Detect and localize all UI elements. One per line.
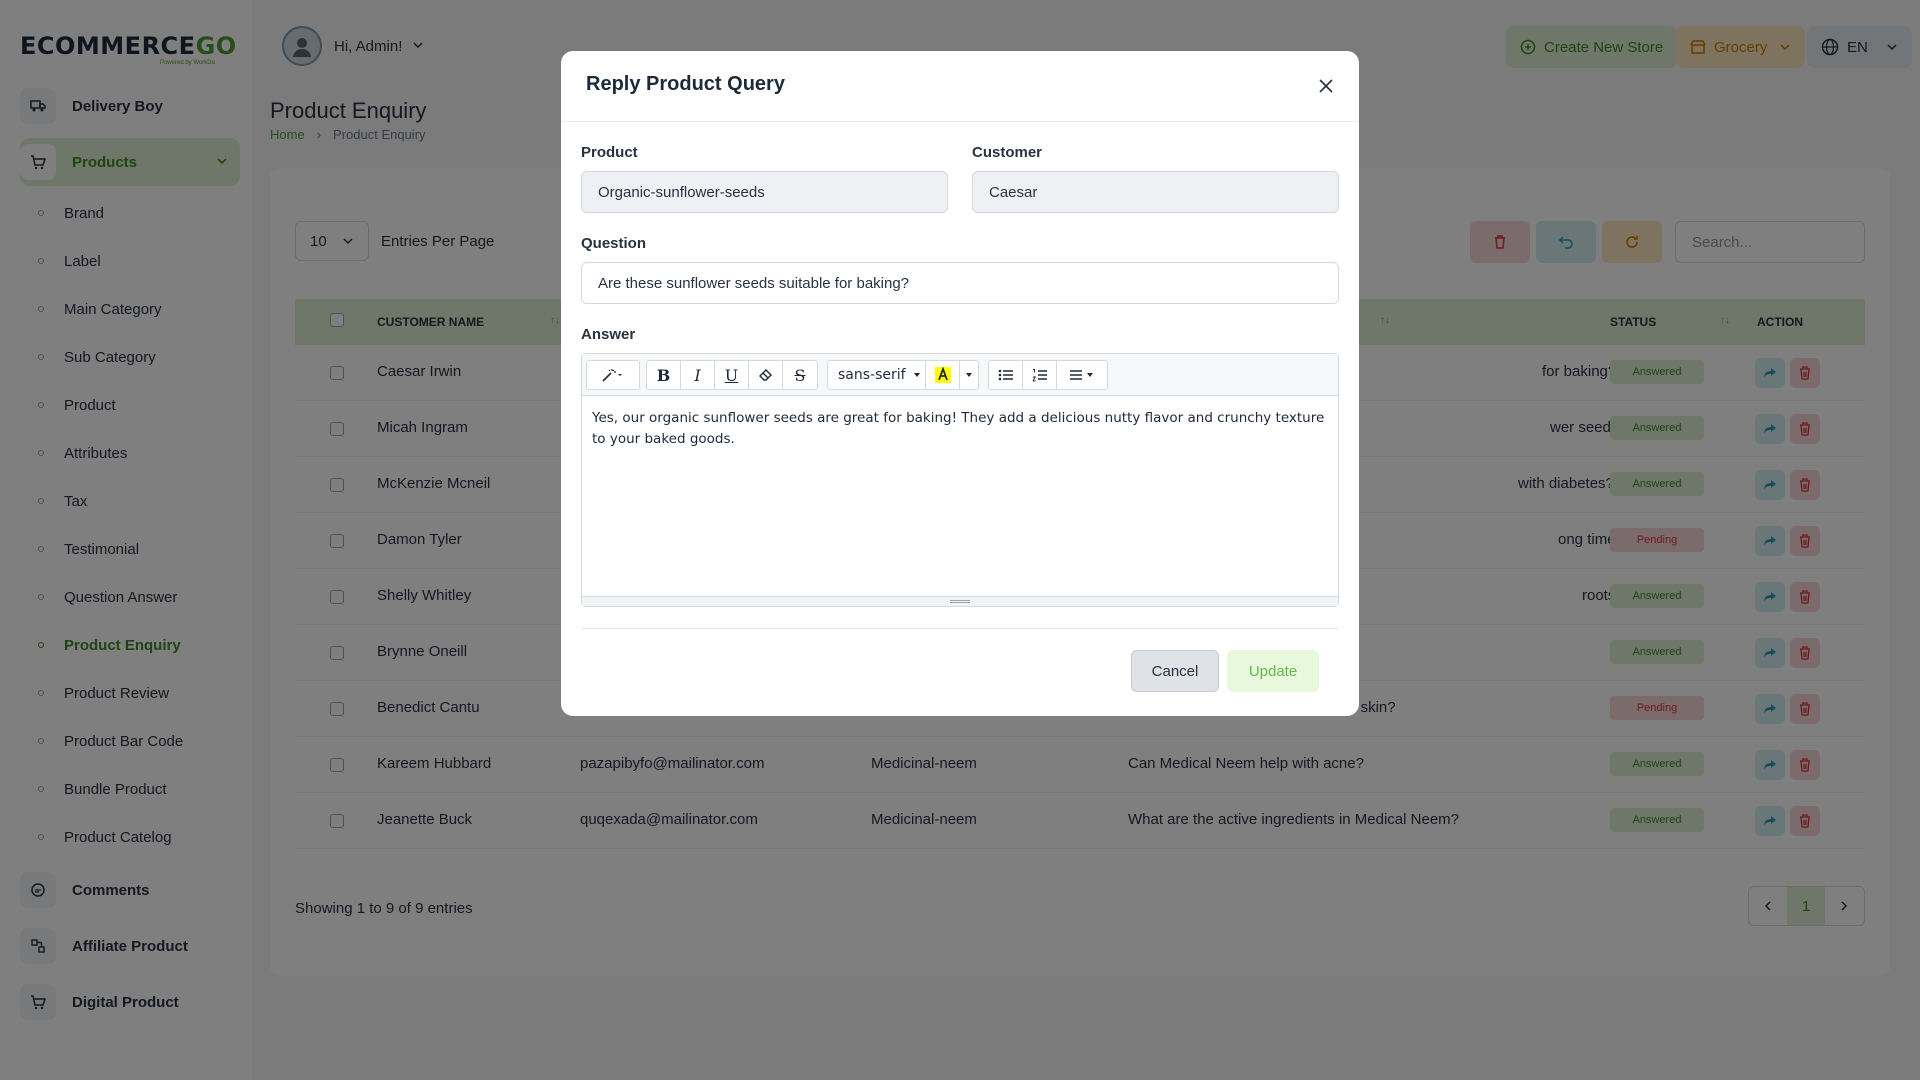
- editor-resize-handle[interactable]: [582, 596, 1338, 606]
- bold-button[interactable]: B: [647, 361, 681, 389]
- align-button[interactable]: [1057, 361, 1107, 389]
- bullet-list-button[interactable]: [989, 361, 1023, 389]
- italic-button[interactable]: I: [681, 361, 715, 389]
- font-group: sans-serif: [827, 360, 933, 390]
- customer-label: Customer: [972, 144, 1043, 161]
- magic-style-button[interactable]: [587, 361, 639, 389]
- underline-button[interactable]: U: [715, 361, 749, 389]
- caret-down-icon: [966, 373, 972, 377]
- eraser-icon: [758, 369, 772, 381]
- product-field: Organic-sunflower-seeds: [581, 171, 948, 213]
- text-color-button[interactable]: [926, 361, 960, 389]
- strikethrough-button[interactable]: S: [783, 361, 817, 389]
- bullet-list-icon: [998, 369, 1013, 381]
- text-color-icon: [934, 366, 951, 383]
- font-family-select[interactable]: sans-serif: [828, 361, 932, 389]
- editor-toolbar: B I U S sans-serif: [582, 354, 1338, 396]
- answer-label: Answer: [581, 326, 636, 343]
- reply-query-modal: Reply Product Query Product Organic-sunf…: [561, 51, 1359, 716]
- question-label: Question: [581, 235, 647, 252]
- footer-divider: [581, 628, 1339, 629]
- list-group: [988, 360, 1108, 390]
- numbered-list-icon: [1032, 369, 1047, 382]
- close-button[interactable]: [1315, 75, 1337, 97]
- eraser-button[interactable]: [749, 361, 783, 389]
- magic-wand-icon: [602, 369, 622, 382]
- color-group: [925, 360, 979, 390]
- question-field[interactable]: Are these sunflower seeds suitable for b…: [581, 262, 1339, 304]
- modal-header: Reply Product Query: [561, 51, 1359, 122]
- answer-editor: B I U S sans-serif Yes, our organic sunf…: [581, 353, 1339, 607]
- align-left-icon: [1070, 370, 1093, 380]
- customer-field: Caesar: [972, 171, 1339, 213]
- answer-textarea[interactable]: Yes, our organic sunflower seeds are gre…: [582, 396, 1338, 596]
- caret-down-icon: [913, 373, 920, 377]
- format-group: B I U S: [646, 360, 818, 390]
- product-label: Product: [581, 144, 638, 161]
- color-dropdown-button[interactable]: [960, 361, 978, 389]
- numbered-list-button[interactable]: [1023, 361, 1057, 389]
- close-icon: [1319, 79, 1333, 93]
- modal-title: Reply Product Query: [586, 73, 785, 95]
- cancel-button[interactable]: Cancel: [1131, 650, 1219, 692]
- style-group: [586, 360, 640, 390]
- grip-icon: [950, 600, 970, 603]
- font-family-label: sans-serif: [838, 367, 906, 383]
- update-button[interactable]: Update: [1227, 650, 1319, 692]
